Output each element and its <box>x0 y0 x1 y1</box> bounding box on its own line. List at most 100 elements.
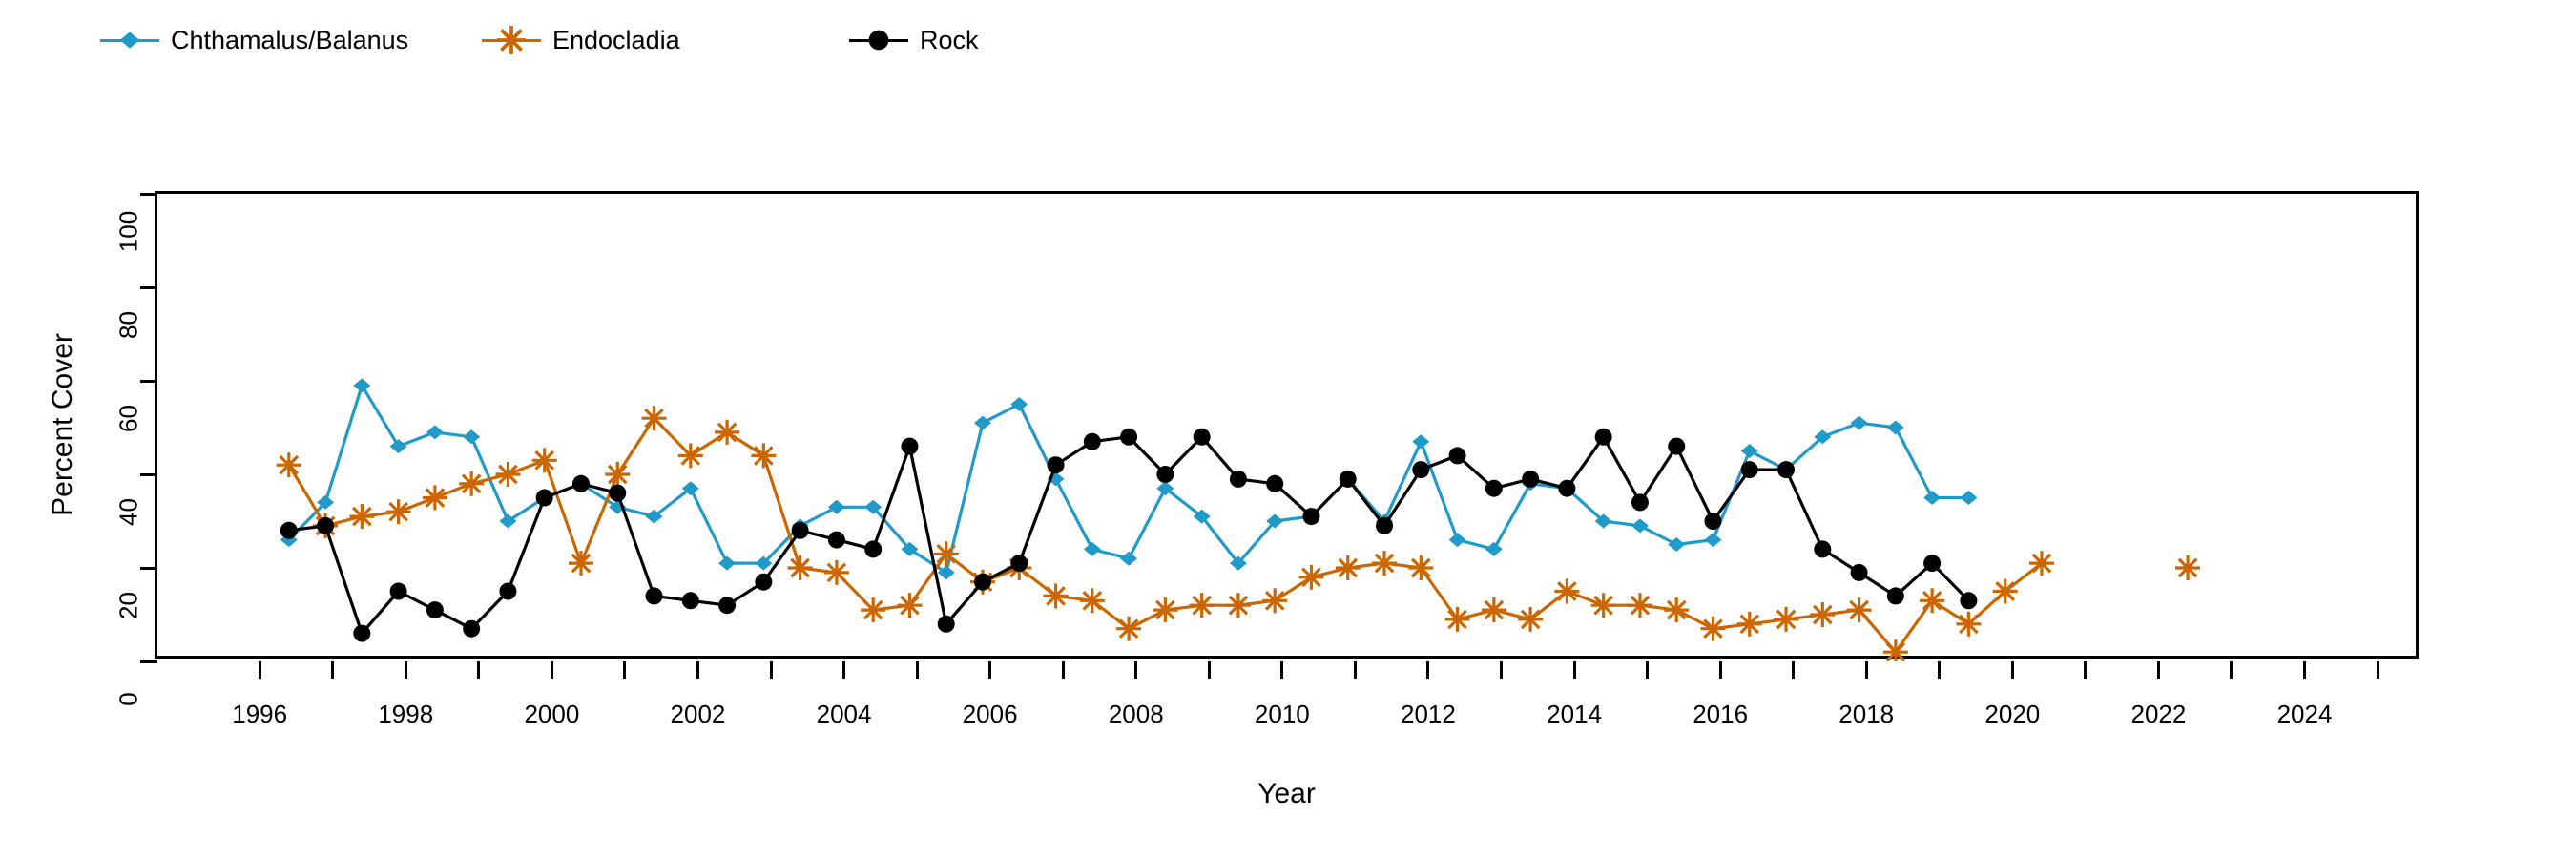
data-point <box>1627 593 1652 618</box>
x-tick-mark <box>2156 661 2160 679</box>
data-point <box>1153 597 1178 623</box>
data-point <box>1920 588 1945 614</box>
x-tick-mark <box>769 661 773 679</box>
legend-label: Rock <box>920 25 979 54</box>
series-line <box>288 435 1970 636</box>
data-point <box>1481 597 1506 623</box>
y-tick-label: 0 <box>114 692 143 706</box>
data-point <box>1774 606 1799 632</box>
data-point <box>1846 597 1872 623</box>
data-point <box>1664 597 1690 623</box>
x-tick-mark <box>842 661 846 679</box>
data-point <box>973 415 991 430</box>
data-point <box>459 471 485 496</box>
data-point <box>715 419 740 445</box>
x-tick-label: 2024 <box>2276 700 2333 728</box>
data-point <box>1335 555 1361 580</box>
data-point <box>1956 611 1982 637</box>
legend-key-asterisk-icon <box>482 26 541 54</box>
data-point <box>1339 470 1357 488</box>
data-point <box>933 541 959 567</box>
x-tick-label: 1996 <box>232 700 288 728</box>
data-point <box>1668 437 1686 455</box>
x-tick-mark <box>1938 661 1942 679</box>
data-point <box>609 484 627 502</box>
data-point <box>568 551 593 576</box>
data-point <box>1120 428 1138 446</box>
y-tick-label: 40 <box>114 498 143 526</box>
data-point <box>1704 513 1722 530</box>
data-point <box>463 430 481 445</box>
data-point <box>897 593 923 618</box>
data-point <box>1189 593 1215 618</box>
data-point <box>1010 555 1028 573</box>
data-point <box>1594 428 1612 446</box>
data-point <box>1522 470 1540 488</box>
series-line <box>287 384 1969 575</box>
x-tick-mark <box>2010 661 2014 679</box>
y-tick-label: 80 <box>114 311 143 339</box>
x-tick-mark <box>696 661 699 679</box>
data-point <box>353 624 371 642</box>
data-point <box>1700 616 1726 641</box>
data-point <box>937 615 955 633</box>
data-point <box>1083 432 1101 450</box>
data-point <box>901 437 919 455</box>
y-tick-label: 100 <box>114 210 143 253</box>
x-tick-label: 2016 <box>1693 700 1749 728</box>
x-tick-mark <box>1646 661 1650 679</box>
data-point <box>2175 555 2201 580</box>
y-tick-mark <box>140 660 157 663</box>
x-tick-mark <box>1718 661 1722 679</box>
data-point <box>495 462 521 487</box>
plot-area: 0 20 40 60 80 100 1996 1998 2000 2002 2004 2006 200… <box>114 191 2419 728</box>
x-tick-mark <box>915 661 919 679</box>
data-point <box>1448 447 1466 465</box>
legend-key-diamond-icon <box>100 26 159 54</box>
data-point <box>1558 479 1576 497</box>
data-point <box>1448 533 1466 548</box>
data-point <box>787 555 813 580</box>
x-tick-mark <box>1499 661 1503 679</box>
data-point <box>1372 551 1398 576</box>
x-tick-mark <box>477 661 481 679</box>
data-point <box>677 443 703 469</box>
data-point <box>1960 592 1978 610</box>
data-point <box>1302 508 1320 526</box>
data-point <box>1960 491 1978 505</box>
x-tick-label: 2010 <box>1254 700 1310 728</box>
legend-label: Endocladia <box>552 25 680 54</box>
data-point <box>1886 420 1904 435</box>
data-point <box>1047 456 1065 474</box>
x-tick-mark <box>1353 661 1357 679</box>
data-point <box>1376 516 1394 534</box>
data-point <box>1850 415 1868 430</box>
data-point <box>1668 537 1686 552</box>
data-point <box>463 619 481 638</box>
legend-entry-0: Chthamalus/Balanus <box>100 21 408 59</box>
x-tick-mark <box>1572 661 1576 679</box>
data-point <box>389 582 407 600</box>
data-point <box>531 448 557 473</box>
data-point <box>349 504 375 530</box>
data-point <box>385 499 411 525</box>
x-tick-mark <box>1426 661 1430 679</box>
data-point <box>276 452 301 478</box>
x-tick-mark <box>623 661 627 679</box>
data-point <box>422 485 447 511</box>
y-tick-mark <box>140 566 157 570</box>
data-point <box>1923 491 1942 505</box>
data-point <box>751 443 777 469</box>
x-tick-mark <box>2230 661 2233 679</box>
data-point <box>1814 540 1832 558</box>
data-point <box>1262 588 1288 614</box>
data-point <box>861 597 886 623</box>
data-point <box>1083 541 1101 556</box>
data-point <box>1116 616 1142 641</box>
data-point <box>571 474 590 492</box>
legend-label: Chthamalus/Balanus <box>171 25 409 54</box>
data-point <box>1412 461 1430 479</box>
data-point <box>1992 578 2018 604</box>
y-axis-title: Percent Cover <box>47 333 78 516</box>
data-point <box>755 573 773 591</box>
